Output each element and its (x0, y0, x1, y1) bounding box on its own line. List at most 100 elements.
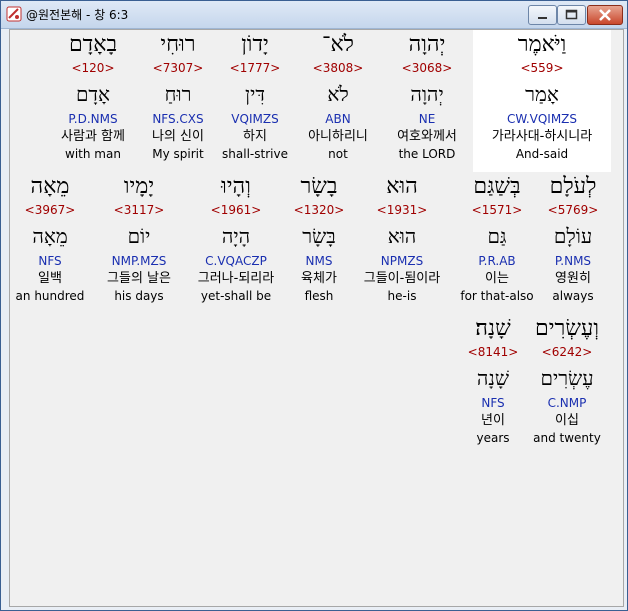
bible-app-icon (6, 6, 22, 22)
hebrew-word: בָשָׂר (300, 174, 338, 199)
word-cell[interactable]: וַיֹּאמֶר <559> אָמַר CW.VQIMZS 가라사대-하시니… (473, 30, 611, 172)
english-gloss: for that-also (460, 289, 534, 303)
english-gloss: flesh (304, 289, 334, 303)
word-cell[interactable]: מֵאָה <3967> מֵאָה NFS 일백 an hundred (14, 172, 86, 304)
word-cell[interactable]: יָמָיו <3117> יוֹם NMP.MZS 그들의 날은 his da… (96, 172, 182, 304)
hebrew-lemma: דִּין (245, 82, 265, 106)
hebrew-lemma: מֵאָה (32, 224, 68, 248)
maximize-icon (565, 9, 578, 20)
hebrew-lemma: עֶשְׂרִים (540, 366, 594, 390)
hebrew-lemma: רוּחַ (164, 82, 192, 106)
app-window: @원전본해 - 창 6:3 וַיֹּאמֶר <559> אָמַר CW.V… (0, 0, 628, 611)
english-gloss: an hundred (15, 289, 85, 303)
hebrew-word: רוּחִי (160, 32, 196, 57)
hebrew-lemma: אָדָם (75, 82, 111, 106)
word-cell[interactable]: שָׁנָה׃ <8141> שָׁנָה NFS 년이 years (462, 314, 524, 446)
word-cell[interactable]: בָאָדָם <120> אָדָם P.D.NMS 사람과 함께 with … (50, 30, 136, 162)
strong-number[interactable]: <3967> (14, 202, 86, 218)
minimize-icon (538, 17, 547, 19)
hebrew-word: מֵאָה (30, 174, 70, 199)
word-cell[interactable]: יְהוָה <3068> יְהוָה NE 여호와께서 the LORD (388, 30, 466, 162)
strong-number[interactable]: <559> (473, 60, 611, 76)
word-cell[interactable]: וְעֶשְׂרִים <6242> עֶשְׂרִים C.NMP 이십 an… (530, 314, 604, 446)
strong-number[interactable]: <7307> (139, 60, 217, 76)
korean-gloss: 이는 (485, 271, 509, 286)
word-cell[interactable]: בְּשַׁגַּם <1571> גַּם P.R.AB 이는 for tha… (460, 172, 534, 304)
english-gloss: always (552, 289, 594, 303)
hebrew-lemma: יוֹם (127, 224, 151, 248)
maximize-button[interactable] (557, 5, 586, 25)
morphology-code: NE (418, 112, 436, 126)
korean-gloss: 나의 신이 (152, 129, 204, 144)
english-gloss: he-is (387, 289, 417, 303)
strong-number[interactable]: <6242> (530, 344, 604, 360)
korean-gloss: 영원히 (555, 271, 591, 286)
strong-number[interactable]: <3808> (299, 60, 377, 76)
strong-number[interactable]: <1320> (286, 202, 352, 218)
morphology-code: P.R.AB (478, 254, 516, 268)
korean-gloss: 육체가 (301, 271, 337, 286)
strong-number[interactable]: <1961> (188, 202, 284, 218)
word-cell[interactable]: יָדוֹן <1777> דִּין VQIMZS 하지 shall-stri… (216, 30, 294, 162)
english-gloss: with man (65, 147, 121, 161)
hebrew-lemma: שָׁנָה (476, 366, 510, 390)
morphology-code: NPMZS (380, 254, 424, 268)
hebrew-word: וְעֶשְׂרִים (535, 316, 599, 341)
morphology-code: VQIMZS (231, 112, 279, 126)
hebrew-word: הוּא (386, 174, 418, 199)
close-button[interactable] (587, 5, 623, 25)
hebrew-word: יְהוָה (408, 32, 446, 57)
title-bar[interactable]: @원전본해 - 창 6:3 (1, 1, 627, 29)
strong-number[interactable]: <5769> (536, 202, 610, 218)
hebrew-lemma: אָמַר (525, 82, 559, 106)
morphology-code: NFS (38, 254, 62, 268)
word-cell[interactable]: לֹא־ <3808> לֹא ABN 아니하리니 not (299, 30, 377, 162)
morphology-code: ABN (325, 112, 351, 126)
hebrew-word: לֹא־ (322, 32, 354, 57)
hebrew-lemma: יְהוָה (410, 82, 444, 106)
hebrew-word: יָמָיו (123, 174, 155, 199)
strong-number[interactable]: <1777> (216, 60, 294, 76)
strong-number[interactable]: <1931> (362, 202, 442, 218)
interlinear-panel[interactable]: וַיֹּאמֶר <559> אָמַר CW.VQIMZS 가라사대-하시니… (9, 29, 624, 607)
strong-number[interactable]: <8141> (462, 344, 524, 360)
close-icon (599, 9, 611, 21)
korean-gloss: 그들이-됨이라 (363, 271, 441, 286)
korean-gloss: 가라사대-하시니라 (491, 129, 593, 144)
hebrew-lemma: הוּא (387, 224, 417, 248)
hebrew-word: בְּשַׁגַּם (473, 174, 521, 199)
english-gloss: shall-strive (222, 147, 288, 161)
word-cell[interactable]: רוּחִי <7307> רוּחַ NFS.CXS 나의 신이 My spi… (139, 30, 217, 162)
strong-number[interactable]: <120> (50, 60, 136, 76)
english-gloss: years (476, 431, 510, 445)
strong-number[interactable]: <3068> (388, 60, 466, 76)
minimize-button[interactable] (528, 5, 557, 25)
morphology-code: C.VQACZP (205, 254, 267, 268)
hebrew-word: וְהָיוּ (221, 174, 251, 199)
korean-gloss: 여호와께서 (397, 129, 457, 144)
hebrew-word: יָדוֹן (241, 32, 269, 57)
hebrew-lemma: עוֹלָם (553, 224, 593, 248)
english-gloss: and twenty (533, 431, 601, 445)
english-gloss: his days (114, 289, 164, 303)
hebrew-word: לְעֹלָם (549, 174, 597, 199)
morphology-code: C.NMP (547, 396, 587, 410)
korean-gloss: 그러나-되리라 (197, 271, 275, 286)
english-gloss: My spirit (152, 147, 204, 161)
morphology-code: P.D.NMS (68, 112, 118, 126)
hebrew-lemma: לֹא (327, 82, 349, 106)
strong-number[interactable]: <1571> (460, 202, 534, 218)
word-cell[interactable]: וְהָיוּ <1961> הָיָה C.VQACZP 그러나-되리라 ye… (188, 172, 284, 304)
morphology-code: P.NMS (554, 254, 592, 268)
korean-gloss: 일백 (38, 271, 62, 286)
korean-gloss: 하지 (243, 129, 267, 144)
word-cell[interactable]: הוּא <1931> הוּא NPMZS 그들이-됨이라 he-is (362, 172, 442, 304)
korean-gloss: 사람과 함께 (61, 129, 125, 144)
word-cell[interactable]: לְעֹלָם <5769> עוֹלָם P.NMS 영원히 always (536, 172, 610, 304)
korean-gloss: 년이 (481, 413, 505, 428)
hebrew-lemma: בָּשָׂר (302, 224, 336, 248)
word-cell[interactable]: בָשָׂר <1320> בָּשָׂר NMS 육체가 flesh (286, 172, 352, 304)
korean-gloss: 그들의 날은 (107, 271, 171, 286)
strong-number[interactable]: <3117> (96, 202, 182, 218)
morphology-code: CW.VQIMZS (506, 112, 578, 126)
